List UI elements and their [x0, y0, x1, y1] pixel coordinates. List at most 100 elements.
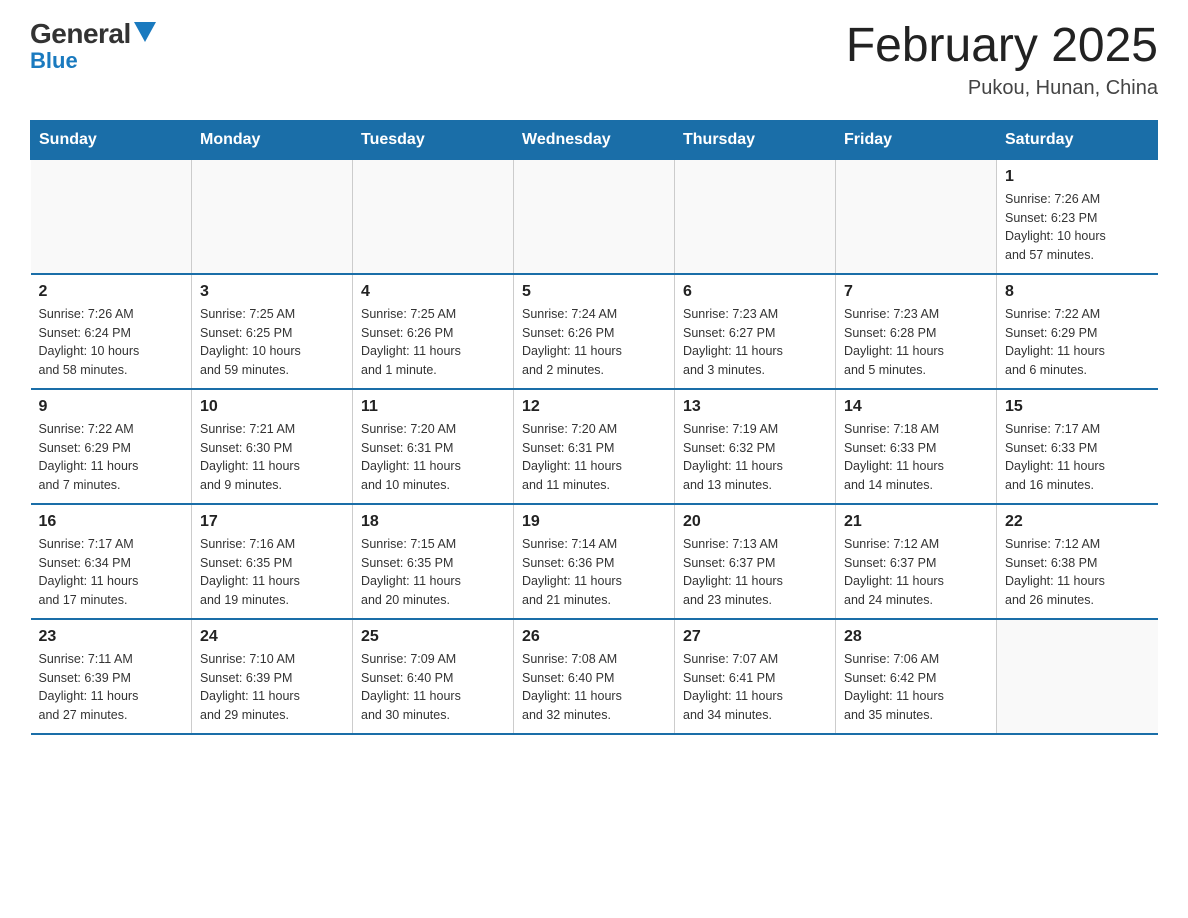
calendar-week-row: 9 Sunrise: 7:22 AM Sunset: 6:29 PM Daylig… [31, 389, 1158, 504]
calendar-cell [675, 159, 836, 274]
calendar-cell [353, 159, 514, 274]
calendar-cell: 27 Sunrise: 7:07 AM Sunset: 6:41 PM Dayli… [675, 619, 836, 734]
day-number: 25 [361, 628, 505, 646]
day-number: 19 [522, 513, 666, 531]
day-number: 20 [683, 513, 827, 531]
day-info: Sunrise: 7:18 AM Sunset: 6:33 PM Dayligh… [844, 420, 988, 495]
day-number: 12 [522, 398, 666, 416]
calendar-cell: 3 Sunrise: 7:25 AM Sunset: 6:25 PM Daylig… [192, 274, 353, 389]
calendar-cell: 8 Sunrise: 7:22 AM Sunset: 6:29 PM Daylig… [997, 274, 1158, 389]
day-info: Sunrise: 7:15 AM Sunset: 6:35 PM Dayligh… [361, 535, 505, 610]
day-number: 2 [39, 283, 184, 301]
day-number: 10 [200, 398, 344, 416]
day-info: Sunrise: 7:12 AM Sunset: 6:37 PM Dayligh… [844, 535, 988, 610]
calendar-cell: 9 Sunrise: 7:22 AM Sunset: 6:29 PM Daylig… [31, 389, 192, 504]
calendar-week-row: 1 Sunrise: 7:26 AM Sunset: 6:23 PM Daylig… [31, 159, 1158, 274]
day-info: Sunrise: 7:23 AM Sunset: 6:27 PM Dayligh… [683, 305, 827, 380]
day-info: Sunrise: 7:22 AM Sunset: 6:29 PM Dayligh… [39, 420, 184, 495]
calendar-cell: 2 Sunrise: 7:26 AM Sunset: 6:24 PM Daylig… [31, 274, 192, 389]
day-number: 16 [39, 513, 184, 531]
day-info: Sunrise: 7:17 AM Sunset: 6:33 PM Dayligh… [1005, 420, 1150, 495]
day-number: 4 [361, 283, 505, 301]
calendar-cell [997, 619, 1158, 734]
calendar-week-row: 2 Sunrise: 7:26 AM Sunset: 6:24 PM Daylig… [31, 274, 1158, 389]
calendar-cell: 15 Sunrise: 7:17 AM Sunset: 6:33 PM Dayli… [997, 389, 1158, 504]
day-info: Sunrise: 7:12 AM Sunset: 6:38 PM Dayligh… [1005, 535, 1150, 610]
calendar-header-saturday: Saturday [997, 120, 1158, 159]
day-info: Sunrise: 7:14 AM Sunset: 6:36 PM Dayligh… [522, 535, 666, 610]
calendar-cell: 6 Sunrise: 7:23 AM Sunset: 6:27 PM Daylig… [675, 274, 836, 389]
calendar-cell [836, 159, 997, 274]
day-number: 9 [39, 398, 184, 416]
day-info: Sunrise: 7:09 AM Sunset: 6:40 PM Dayligh… [361, 650, 505, 725]
calendar-cell: 19 Sunrise: 7:14 AM Sunset: 6:36 PM Dayli… [514, 504, 675, 619]
day-number: 27 [683, 628, 827, 646]
day-info: Sunrise: 7:22 AM Sunset: 6:29 PM Dayligh… [1005, 305, 1150, 380]
calendar-table: SundayMondayTuesdayWednesdayThursdayFrid… [30, 120, 1158, 735]
day-number: 13 [683, 398, 827, 416]
calendar-cell: 28Sunrise: 7:06 AM Sunset: 6:42 PM Dayli… [836, 619, 997, 734]
day-number: 7 [844, 283, 988, 301]
calendar-header-monday: Monday [192, 120, 353, 159]
logo: General Blue [30, 20, 156, 72]
day-info: Sunrise: 7:24 AM Sunset: 6:26 PM Dayligh… [522, 305, 666, 380]
day-number: 5 [522, 283, 666, 301]
calendar-cell: 13 Sunrise: 7:19 AM Sunset: 6:32 PM Dayli… [675, 389, 836, 504]
day-info: Sunrise: 7:19 AM Sunset: 6:32 PM Dayligh… [683, 420, 827, 495]
day-number: 3 [200, 283, 344, 301]
day-number: 26 [522, 628, 666, 646]
day-number: 15 [1005, 398, 1150, 416]
calendar-header-tuesday: Tuesday [353, 120, 514, 159]
calendar-cell: 14 Sunrise: 7:18 AM Sunset: 6:33 PM Dayli… [836, 389, 997, 504]
calendar-header-thursday: Thursday [675, 120, 836, 159]
day-number: 24 [200, 628, 344, 646]
day-info: Sunrise: 7:26 AM Sunset: 6:24 PM Dayligh… [39, 305, 184, 380]
calendar-cell: 24 Sunrise: 7:10 AM Sunset: 6:39 PM Dayli… [192, 619, 353, 734]
logo-blue: Blue [30, 50, 78, 72]
day-number: 23 [39, 628, 184, 646]
day-number: 1 [1005, 168, 1150, 186]
day-number: 22 [1005, 513, 1150, 531]
calendar-cell [192, 159, 353, 274]
day-number: 18 [361, 513, 505, 531]
calendar-cell: 7Sunrise: 7:23 AM Sunset: 6:28 PM Daylig… [836, 274, 997, 389]
day-info: Sunrise: 7:26 AM Sunset: 6:23 PM Dayligh… [1005, 190, 1150, 265]
day-info: Sunrise: 7:25 AM Sunset: 6:25 PM Dayligh… [200, 305, 344, 380]
day-info: Sunrise: 7:25 AM Sunset: 6:26 PM Dayligh… [361, 305, 505, 380]
calendar-cell: 4 Sunrise: 7:25 AM Sunset: 6:26 PM Daylig… [353, 274, 514, 389]
calendar-cell: 1 Sunrise: 7:26 AM Sunset: 6:23 PM Daylig… [997, 159, 1158, 274]
day-info: Sunrise: 7:16 AM Sunset: 6:35 PM Dayligh… [200, 535, 344, 610]
day-number: 6 [683, 283, 827, 301]
day-info: Sunrise: 7:07 AM Sunset: 6:41 PM Dayligh… [683, 650, 827, 725]
day-info: Sunrise: 7:20 AM Sunset: 6:31 PM Dayligh… [522, 420, 666, 495]
day-info: Sunrise: 7:13 AM Sunset: 6:37 PM Dayligh… [683, 535, 827, 610]
day-info: Sunrise: 7:20 AM Sunset: 6:31 PM Dayligh… [361, 420, 505, 495]
calendar-cell: 26 Sunrise: 7:08 AM Sunset: 6:40 PM Dayli… [514, 619, 675, 734]
page-header: General Blue February 2025 Pukou, Hunan,… [30, 20, 1158, 100]
calendar-cell: 20 Sunrise: 7:13 AM Sunset: 6:37 PM Dayli… [675, 504, 836, 619]
calendar-cell: 17 Sunrise: 7:16 AM Sunset: 6:35 PM Dayli… [192, 504, 353, 619]
calendar-week-row: 16 Sunrise: 7:17 AM Sunset: 6:34 PM Dayli… [31, 504, 1158, 619]
calendar-cell: 25 Sunrise: 7:09 AM Sunset: 6:40 PM Dayli… [353, 619, 514, 734]
logo-general: General [30, 20, 131, 48]
calendar-header-wednesday: Wednesday [514, 120, 675, 159]
day-info: Sunrise: 7:10 AM Sunset: 6:39 PM Dayligh… [200, 650, 344, 725]
day-number: 8 [1005, 283, 1150, 301]
calendar-cell: 10Sunrise: 7:21 AM Sunset: 6:30 PM Dayli… [192, 389, 353, 504]
day-info: Sunrise: 7:08 AM Sunset: 6:40 PM Dayligh… [522, 650, 666, 725]
calendar-cell: 23Sunrise: 7:11 AM Sunset: 6:39 PM Dayli… [31, 619, 192, 734]
day-number: 17 [200, 513, 344, 531]
calendar-cell: 16 Sunrise: 7:17 AM Sunset: 6:34 PM Dayli… [31, 504, 192, 619]
logo-arrow-icon [134, 22, 156, 42]
day-number: 14 [844, 398, 988, 416]
calendar-cell: 18 Sunrise: 7:15 AM Sunset: 6:35 PM Dayli… [353, 504, 514, 619]
title-block: February 2025 Pukou, Hunan, China [846, 20, 1158, 100]
calendar-cell: 12 Sunrise: 7:20 AM Sunset: 6:31 PM Dayli… [514, 389, 675, 504]
calendar-cell: 11Sunrise: 7:20 AM Sunset: 6:31 PM Dayli… [353, 389, 514, 504]
calendar-header-friday: Friday [836, 120, 997, 159]
calendar-week-row: 23Sunrise: 7:11 AM Sunset: 6:39 PM Dayli… [31, 619, 1158, 734]
calendar-cell [514, 159, 675, 274]
day-info: Sunrise: 7:06 AM Sunset: 6:42 PM Dayligh… [844, 650, 988, 725]
calendar-cell: 21Sunrise: 7:12 AM Sunset: 6:37 PM Dayli… [836, 504, 997, 619]
day-info: Sunrise: 7:17 AM Sunset: 6:34 PM Dayligh… [39, 535, 184, 610]
